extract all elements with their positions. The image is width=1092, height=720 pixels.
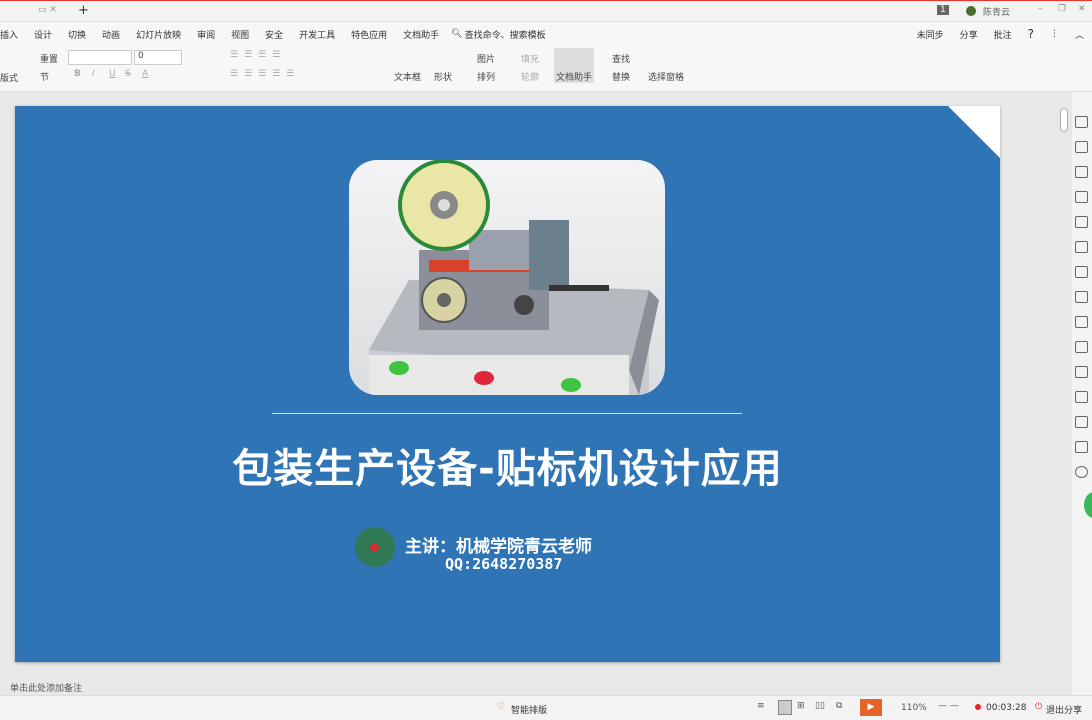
recording-timer: 00:03:28 [986,703,1027,713]
comment-button[interactable]: 批注 [986,28,1020,41]
menu-slideshow[interactable]: 幻灯片放映 [128,28,189,41]
menu-insert[interactable]: 插入 [0,28,26,41]
ribbon-toolbar: 重置 版式 节 0 B I U S A ☰☰☰☰ ☰☰☰☰☰ 文本框 形状 图片… [0,46,1092,92]
strike-button[interactable]: S [125,69,131,79]
sidebar-icon[interactable] [1075,316,1088,328]
close-icon[interactable]: ✕ [1078,4,1086,14]
sidebar-icon[interactable] [1075,391,1088,403]
font-size-select[interactable]: 0 [134,50,182,65]
replace-button[interactable]: 替换 [612,70,630,83]
picture-button[interactable]: 图片 [477,52,495,65]
menu-view[interactable]: 视图 [223,28,257,41]
menu-animation[interactable]: 动画 [94,28,128,41]
notes-placeholder[interactable]: 单击此处添加备注 [10,681,82,694]
menu-transition[interactable]: 切换 [60,28,94,41]
sidebar-icon[interactable] [1075,416,1088,428]
doc-assistant-button[interactable]: 文档助手 [554,48,594,83]
sidebar-icon[interactable] [1075,191,1088,203]
cursor-icon [370,543,379,552]
sidebar-icon[interactable] [1075,241,1088,253]
vertical-scrollbar[interactable] [1060,108,1068,132]
arrange-button[interactable]: 排列 [477,70,495,83]
menu-design[interactable]: 设计 [26,28,60,41]
smart-layout-icon: ♡ [497,702,506,712]
sidebar-icon[interactable] [1075,366,1088,378]
sidebar-icon[interactable] [1075,216,1088,228]
selection-pane-button[interactable]: 选择窗格 [648,70,684,83]
divider-line [272,413,742,414]
zoom-level[interactable]: 110% [901,703,927,713]
menu-developer[interactable]: 开发工具 [291,28,343,41]
menu-features[interactable]: 特色应用 [343,28,395,41]
floating-assistant-icon[interactable] [1084,492,1092,518]
speaker-text: 主讲：机械学院青云老师 [405,537,592,557]
reset-button[interactable]: 重置 [40,52,58,65]
presenter-view-icon[interactable]: ⧉ [836,701,842,711]
slide-canvas[interactable]: 包装生产设备-贴标机设计应用 主讲：机械学院青云老师 QQ:2648270387 [15,106,1000,662]
sidebar-icon[interactable] [1075,166,1088,178]
menu-bar: 插入 设计 切换 动画 幻灯片放映 审阅 视图 安全 开发工具 特色应用 文档助… [0,22,1092,46]
qq-text: QQ:2648270387 [445,555,563,573]
menu-review[interactable]: 审阅 [189,28,223,41]
pointer-highlight [355,527,395,567]
fill-button[interactable]: 填充 [521,52,539,65]
menu-doc-assistant[interactable]: 文档助手 [395,28,447,41]
share-button[interactable]: 分享 [952,28,986,41]
window-count-badge: 1 [937,5,949,15]
more-icon[interactable]: ⋮ [1042,29,1067,39]
normal-view-icon[interactable] [778,700,792,715]
power-icon: ⏻ [1035,702,1043,712]
sidebar-icon[interactable] [1075,341,1088,353]
notes-toggle-icon[interactable]: ≡ [757,701,765,711]
sidebar-icon[interactable] [1075,141,1088,153]
collapse-ribbon-icon[interactable]: ︿ [1067,28,1092,41]
sidebar-icon[interactable] [1075,291,1088,303]
font-color-button[interactable]: A [142,69,148,79]
sorter-view-icon[interactable]: ⊞ [797,701,805,711]
labeling-machine-image [349,160,665,395]
layout-button[interactable]: 版式 [0,71,18,84]
zoom-slider[interactable]: — — [938,701,959,711]
status-bar: ♡ 智能排版 ≡ ⊞ ▯▯ ⧉ ▶ 110% — — 00:03:28 ⏻ 退出… [0,695,1092,720]
right-sidebar [1072,92,1092,695]
command-search[interactable]: 查找命令、搜索模板 [465,28,546,41]
reading-view-icon[interactable]: ▯▯ [815,701,825,711]
help-button[interactable]: ? [1020,27,1042,41]
corner-fold [948,106,1000,158]
new-tab-button[interactable]: + [78,3,89,18]
italic-button[interactable]: I [92,69,95,79]
tab-bar: ▭ ✕ + 1 陈青云 – ❐ ✕ [0,0,1092,22]
sidebar-icon[interactable] [1075,116,1088,128]
play-slideshow-button[interactable]: ▶ [860,699,882,716]
shape-button[interactable]: 形状 [434,70,452,83]
restore-icon[interactable]: ❐ [1058,4,1066,14]
sync-button[interactable]: 未同步 [909,28,952,41]
outline-button[interactable]: 轮廓 [521,70,539,83]
sidebar-icon[interactable] [1075,441,1088,453]
avatar[interactable] [966,6,976,16]
sidebar-icon[interactable] [1075,266,1088,278]
slide-title: 包装生产设备-贴标机设计应用 [232,446,783,492]
minimize-icon[interactable]: – [1038,4,1043,14]
recording-icon [975,704,981,710]
close-tab-icon[interactable]: ▭ ✕ [38,5,57,15]
user-name[interactable]: 陈青云 [983,5,1010,18]
find-button[interactable]: 查找 [612,52,630,65]
exit-share-button[interactable]: 退出分享 [1046,703,1082,716]
help-icon[interactable] [1075,466,1088,478]
underline-button[interactable]: U [109,69,116,79]
menu-security[interactable]: 安全 [257,28,291,41]
textbox-button[interactable]: 文本框 [394,70,421,83]
paragraph-tools[interactable]: ☰☰☰☰ [230,50,286,60]
search-icon: 🔍︎ [451,29,463,39]
section-button[interactable]: 节 [40,70,49,83]
font-name-select[interactable] [68,50,132,65]
smart-layout-button[interactable]: 智能排版 [511,703,547,716]
align-tools[interactable]: ☰☰☰☰☰ [230,69,300,79]
bold-button[interactable]: B [74,69,81,79]
